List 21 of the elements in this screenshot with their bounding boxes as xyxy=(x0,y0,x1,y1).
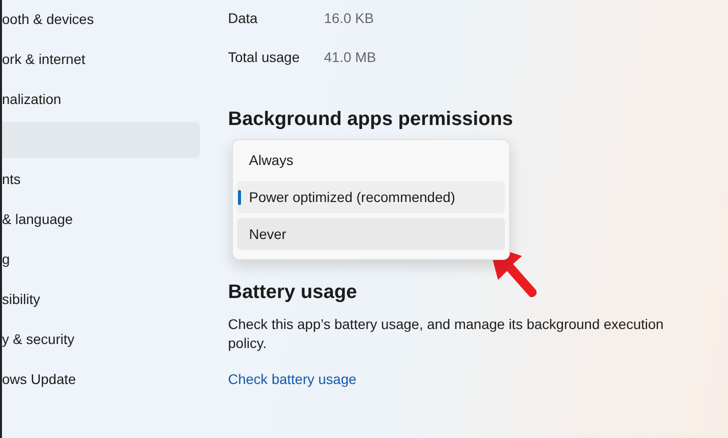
sidebar-item[interactable]: y & security xyxy=(2,320,200,360)
menu-option[interactable]: Never xyxy=(237,218,505,250)
usage-value: 16.0 KB xyxy=(324,10,374,26)
sidebar-item[interactable] xyxy=(2,122,200,158)
battery-usage-link[interactable]: Check battery usage xyxy=(228,368,356,390)
sidebar-item[interactable]: ooth & devices xyxy=(2,0,200,40)
menu-option[interactable]: Power optimized (recommended) xyxy=(237,181,505,213)
section-title: Battery usage xyxy=(228,281,358,305)
menu-option[interactable]: Always xyxy=(237,144,505,176)
usage-value: 41.0 MB xyxy=(324,49,376,65)
section-description: Check this app’s battery usage, and manage its background execution policy. xyxy=(228,314,665,353)
section-title: Background apps permissions xyxy=(228,108,514,132)
sidebar-item[interactable]: g xyxy=(2,240,200,280)
sidebar-item[interactable]: & language xyxy=(2,200,200,240)
usage-label: Total usage xyxy=(228,48,301,67)
usage-label: Data xyxy=(228,9,259,28)
sidebar-item[interactable]: ork & internet xyxy=(2,40,200,80)
sidebar-item[interactable]: sibility xyxy=(2,280,200,320)
sidebar-item[interactable]: ows Update xyxy=(2,360,200,400)
sidebar-item[interactable]: nts xyxy=(2,160,200,200)
sidebar-item[interactable]: nalization xyxy=(2,80,200,120)
